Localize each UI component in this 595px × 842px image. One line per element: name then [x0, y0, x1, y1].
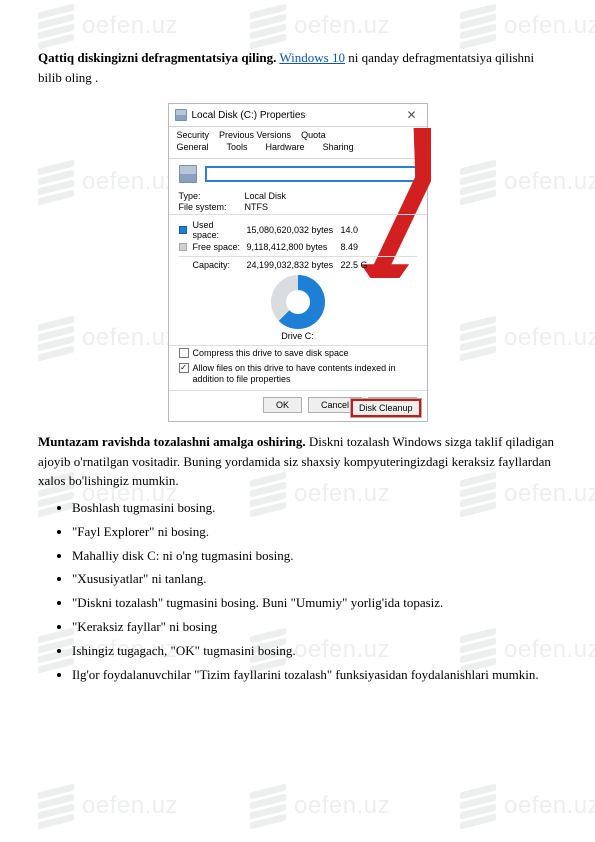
capacity-row: Capacity: 24,199,032,832 bytes 22.5 G [179, 256, 417, 271]
watermark-tile: oefen.uz [250, 788, 390, 824]
fs-label: File system: [179, 202, 239, 212]
stack-icon [460, 784, 496, 829]
tab-previous-versions[interactable]: Previous Versions [219, 130, 291, 140]
list-item: "Diskni tozalash" tugmasini bosing. Buni… [72, 594, 557, 613]
checkbox-icon[interactable]: ✓ [179, 363, 189, 373]
list-item: "Keraksiz fayllar" ni bosing [72, 618, 557, 637]
list-item: Ishingiz tugagach, "OK" tugmasini bosing… [72, 642, 557, 661]
paragraph-defrag: Qattiq diskingizni defragmentatsiya qili… [38, 48, 557, 87]
free-bytes: 9,118,412,800 bytes [247, 242, 337, 252]
watermark-text: oefen.uz [82, 792, 178, 820]
cap-gb: 22.5 G [341, 260, 371, 270]
tab-security[interactable]: Security [177, 130, 210, 140]
stack-icon [250, 784, 286, 829]
usage-block: Used space: 15,080,620,032 bytes 14.0 Fr… [169, 214, 427, 346]
used-row: Used space: 15,080,620,032 bytes 14.0 [179, 219, 417, 241]
tab-quota[interactable]: Quota [301, 130, 326, 140]
drive-icon [175, 109, 187, 121]
tab-hardware[interactable]: Hardware [266, 142, 305, 152]
free-row: Free space: 9,118,412,800 bytes 8.49 [179, 241, 417, 253]
used-swatch-icon [179, 226, 187, 234]
properties-dialog: Local Disk (C:) Properties ✕ Security Pr… [168, 103, 428, 422]
tab-general[interactable]: General [177, 142, 209, 152]
list-item: Mahalliy disk C: ni o'ng tugmasini bosin… [72, 547, 557, 566]
used-gb: 14.0 [341, 225, 371, 235]
checkbox-icon[interactable] [179, 348, 189, 358]
used-bytes: 15,080,620,032 bytes [247, 225, 337, 235]
free-label: Free space: [193, 242, 243, 252]
list-item: "Fayl Explorer" ni bosing. [72, 523, 557, 542]
screenshot-figure: Local Disk (C:) Properties ✕ Security Pr… [38, 103, 557, 422]
document-content: Qattiq diskingizni defragmentatsiya qili… [0, 0, 595, 685]
tab-sharing[interactable]: Sharing [323, 142, 354, 152]
ok-button[interactable]: OK [263, 397, 302, 413]
used-label: Used space: [193, 220, 243, 240]
usage-pie-icon [271, 275, 325, 329]
section1-lead: Qattiq diskingizni defragmentatsiya qili… [38, 50, 276, 65]
section2-lead: Muntazam ravishda tozalashni amalga oshi… [38, 434, 306, 449]
tab-tools[interactable]: Tools [227, 142, 248, 152]
free-swatch-icon [179, 243, 187, 251]
dialog-title-text: Local Disk (C:) Properties [192, 110, 306, 121]
compress-checkbox-row[interactable]: Compress this drive to save disk space [169, 346, 427, 361]
watermark-text: oefen.uz [504, 792, 595, 820]
cap-bytes: 24,199,032,832 bytes [247, 260, 337, 270]
close-icon[interactable]: ✕ [402, 108, 420, 122]
index-checkbox-row[interactable]: ✓ Allow files on this drive to have cont… [169, 361, 427, 387]
watermark-tile: oefen.uz [38, 788, 178, 824]
type-label: Type: [179, 191, 239, 201]
disk-cleanup-button[interactable]: Disk Cleanup [351, 399, 421, 417]
index-label: Allow files on this drive to have conten… [193, 363, 417, 385]
list-item: Ilg'or foydalanuvchilar "Tizim fayllarin… [72, 666, 557, 685]
list-item: "Xususiyatlar" ni tanlang. [72, 570, 557, 589]
stack-icon [38, 784, 74, 829]
windows-10-link[interactable]: Windows 10 [279, 50, 345, 65]
pie-drive-label: Drive C: [179, 331, 417, 341]
steps-list: Boshlash tugmasini bosing. "Fayl Explore… [72, 499, 557, 685]
cap-label: Capacity: [193, 260, 243, 270]
list-item: Boshlash tugmasini bosing. [72, 499, 557, 518]
watermark-tile: oefen.uz [460, 788, 595, 824]
compress-label: Compress this drive to save disk space [193, 348, 349, 359]
dialog-titlebar: Local Disk (C:) Properties ✕ [169, 104, 427, 127]
watermark-text: oefen.uz [294, 792, 390, 820]
paragraph-cleanup: Muntazam ravishda tozalashni amalga oshi… [38, 432, 557, 491]
free-gb: 8.49 [341, 242, 371, 252]
drive-icon [179, 165, 197, 183]
